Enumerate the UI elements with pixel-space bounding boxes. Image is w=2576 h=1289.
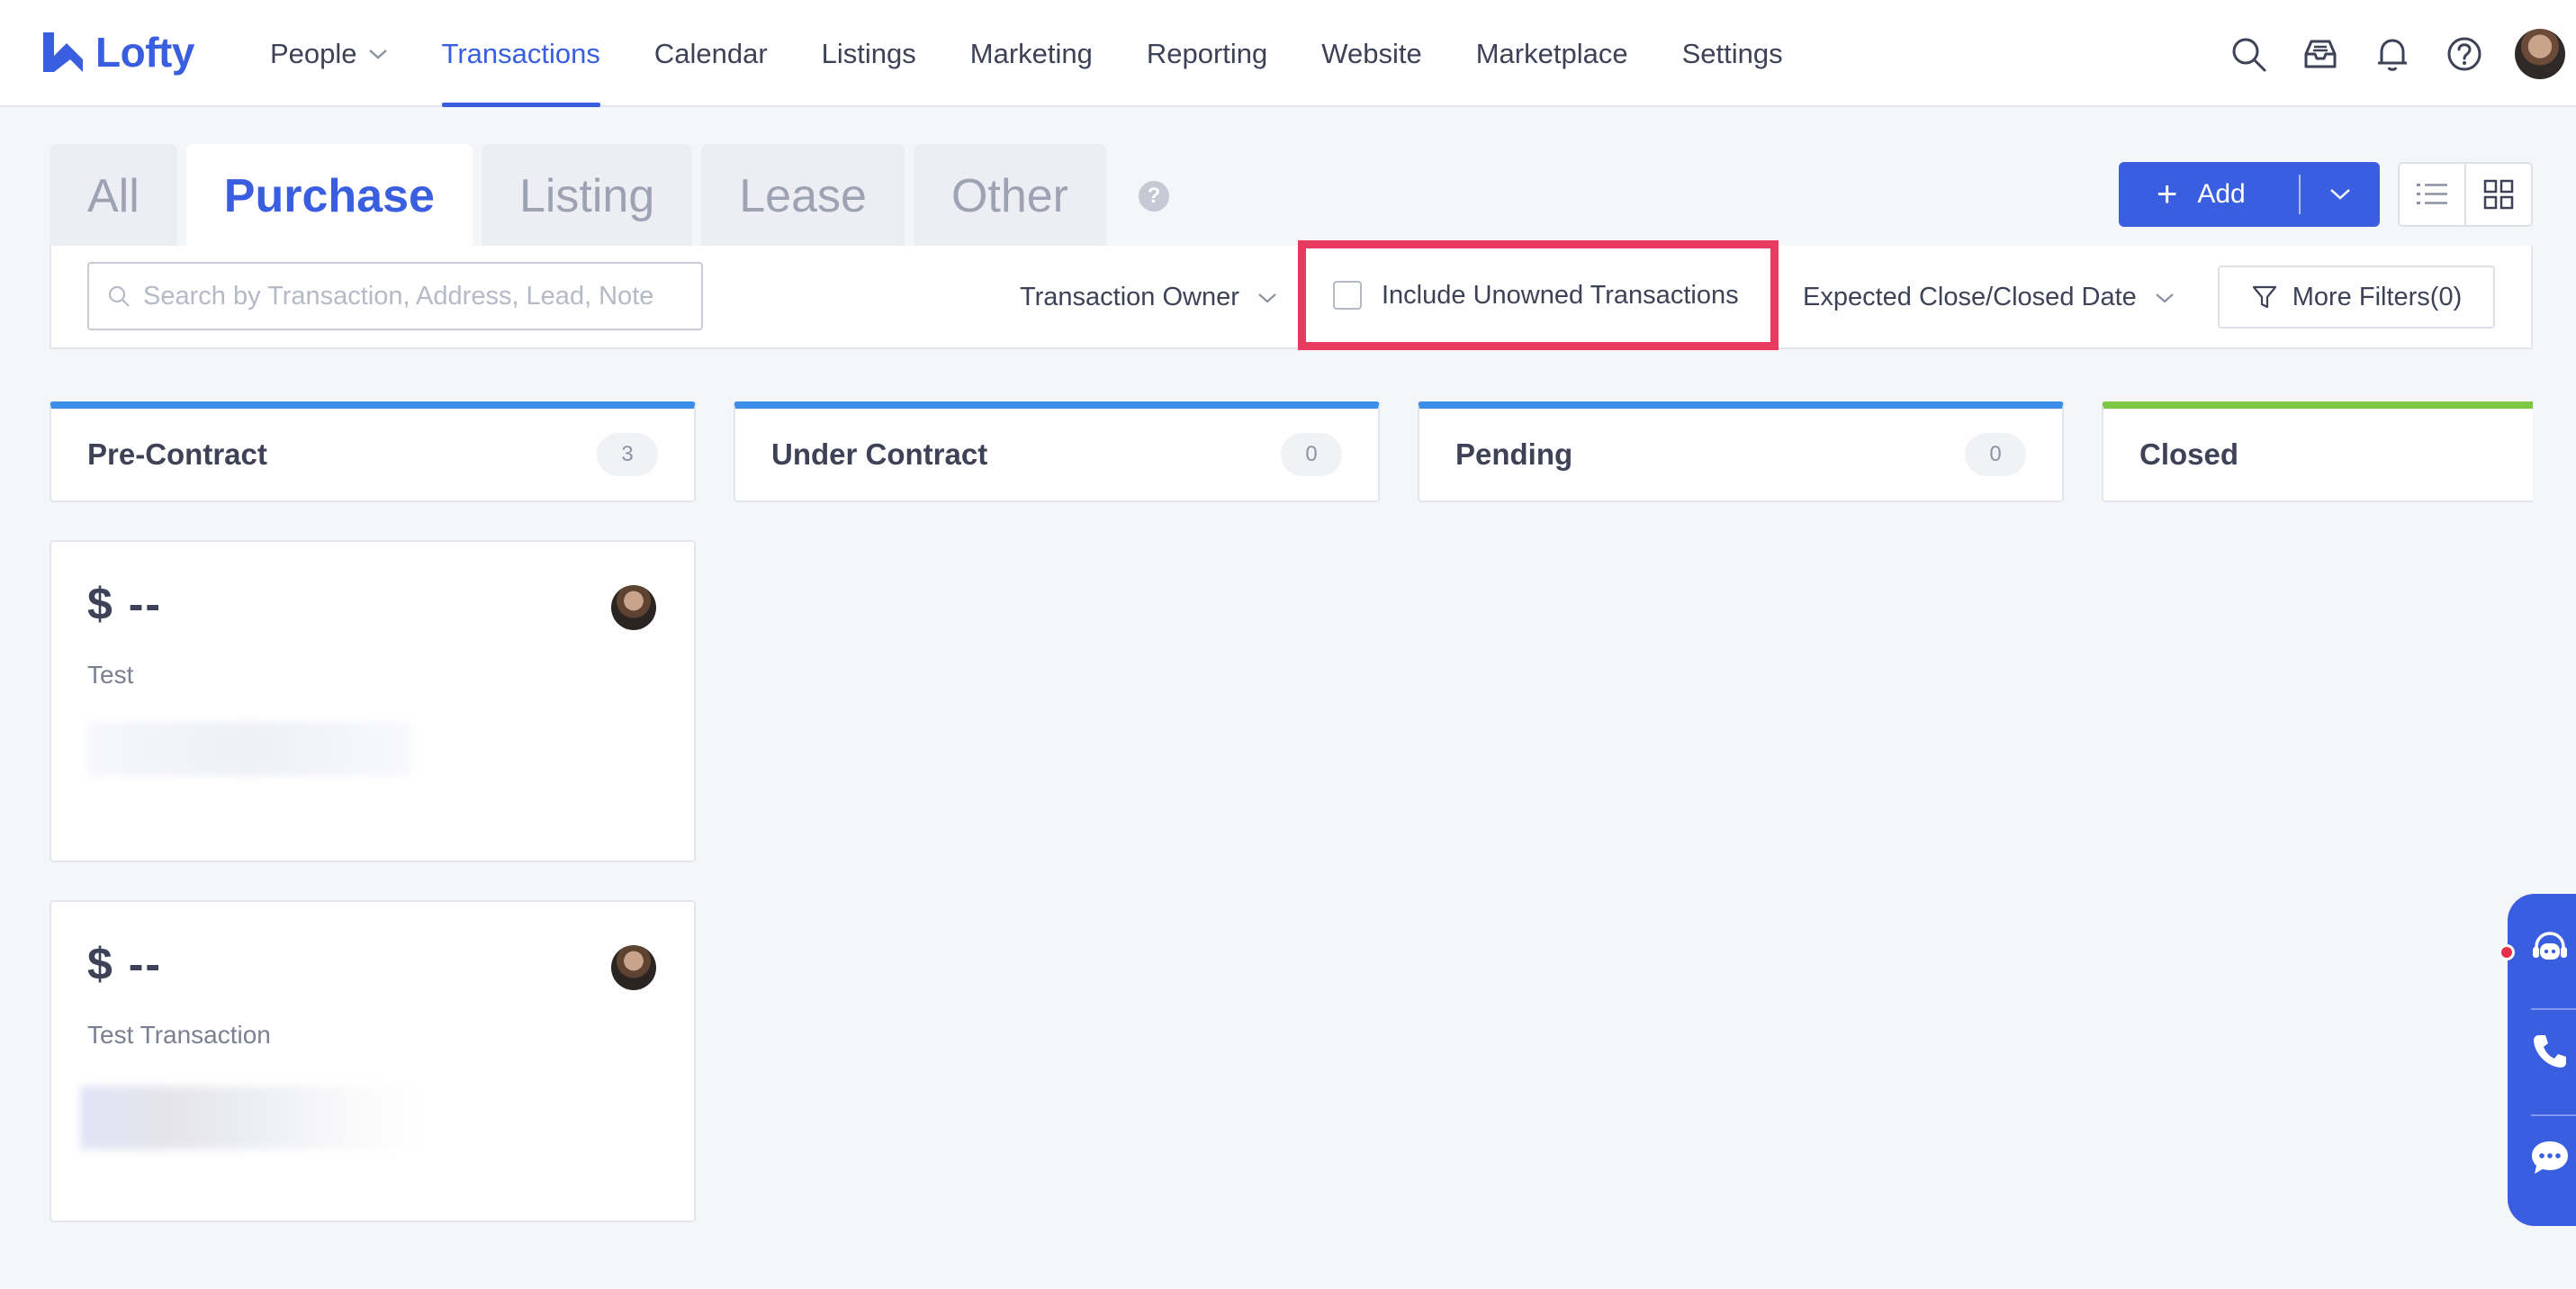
add-button[interactable]: + Add	[2119, 162, 2380, 227]
bell-icon[interactable]	[2371, 32, 2414, 76]
tab-all[interactable]: All	[50, 144, 177, 248]
column-title: Pre-Contract	[87, 437, 267, 471]
grid-view-button[interactable]	[2464, 164, 2531, 225]
add-main-button[interactable]: + Add	[2119, 162, 2299, 227]
redacted-placeholder	[80, 1086, 422, 1149]
include-unowned-label[interactable]: Include Unowned Transactions	[1382, 281, 1739, 311]
nav-website[interactable]: Website	[1321, 0, 1421, 107]
transaction-owner-label: Transaction Owner	[1020, 283, 1239, 311]
search-icon	[108, 285, 130, 307]
filter-bar: Transaction Owner Include Unowned Transa…	[50, 240, 2533, 350]
transaction-type-tabs: All Purchase Listing Lease Other ?	[50, 144, 1169, 248]
plus-icon: +	[2157, 175, 2178, 214]
search-icon[interactable]	[2227, 32, 2270, 76]
chevron-down-icon	[1258, 293, 1276, 302]
column-closed: Closed	[2102, 401, 2533, 502]
search-input[interactable]	[143, 281, 683, 311]
filter-icon	[2252, 285, 2276, 309]
add-button-label: Add	[2197, 179, 2246, 209]
chevron-down-icon	[368, 49, 387, 59]
chat-icon[interactable]	[2527, 1135, 2572, 1180]
top-navigation: Lofty People Transactions Calendar Listi…	[0, 0, 2576, 107]
nav-people-label: People	[270, 37, 357, 69]
user-avatar[interactable]	[2515, 28, 2565, 79]
tab-purchase[interactable]: Purchase	[185, 144, 473, 248]
support-agent-icon[interactable]	[2527, 927, 2572, 972]
inbox-icon[interactable]	[2299, 32, 2342, 76]
tab-other[interactable]: Other	[913, 144, 1106, 248]
transaction-owner-filter[interactable]: Transaction Owner	[1020, 246, 1277, 349]
chevron-down-icon	[2330, 189, 2350, 200]
more-filters-button[interactable]: More Filters(0)	[2218, 266, 2495, 329]
nav-marketing[interactable]: Marketing	[970, 0, 1093, 107]
column-title: Closed	[2139, 437, 2239, 471]
column-pending: Pending 0	[1418, 401, 2064, 502]
grid-icon	[2483, 179, 2514, 210]
main-nav: People Transactions Calendar Listings Ma…	[270, 0, 1837, 107]
transaction-card[interactable]: $ -- Test	[50, 540, 696, 862]
column-count-badge: 0	[1965, 433, 2026, 476]
phone-icon[interactable]	[2527, 1029, 2572, 1074]
chevron-down-icon	[2156, 293, 2174, 302]
column-count-badge: 0	[1281, 433, 1342, 476]
include-unowned-checkbox[interactable]	[1333, 281, 1362, 310]
nav-calendar[interactable]: Calendar	[654, 0, 768, 107]
notification-dot	[2499, 944, 2515, 960]
lofty-logo-icon	[43, 32, 83, 72]
nav-settings[interactable]: Settings	[1682, 0, 1783, 107]
nav-transactions[interactable]: Transactions	[441, 0, 601, 107]
support-widget	[2508, 894, 2576, 1226]
card-owner-avatar	[611, 585, 656, 630]
widget-divider	[2531, 1114, 2576, 1116]
close-date-filter[interactable]: Expected Close/Closed Date	[1803, 246, 2175, 349]
more-filters-label: More Filters(0)	[2292, 282, 2463, 311]
card-title: Test	[87, 661, 134, 689]
nav-people[interactable]: People	[270, 0, 388, 107]
tab-listing[interactable]: Listing	[481, 144, 693, 248]
top-icon-group	[2227, 0, 2576, 107]
card-owner-avatar	[611, 945, 656, 990]
add-dropdown-toggle[interactable]	[2301, 162, 2380, 227]
help-icon[interactable]	[2443, 32, 2486, 76]
view-mode-toggle	[2398, 162, 2533, 227]
nav-listings[interactable]: Listings	[822, 0, 916, 107]
column-title: Under Contract	[771, 437, 988, 471]
brand-name: Lofty	[95, 29, 194, 76]
lofty-logo[interactable]: Lofty	[40, 27, 194, 77]
nav-reporting[interactable]: Reporting	[1147, 0, 1267, 107]
column-title: Pending	[1455, 437, 1573, 471]
tab-lease[interactable]: Lease	[701, 144, 905, 248]
column-count-badge: 3	[597, 433, 658, 476]
widget-divider	[2531, 1008, 2576, 1010]
include-unowned-highlight[interactable]: Include Unowned Transactions	[1298, 240, 1779, 350]
tabs-help-icon[interactable]: ?	[1139, 180, 1169, 212]
column-pre-contract: Pre-Contract 3	[50, 401, 696, 502]
close-date-label: Expected Close/Closed Date	[1803, 283, 2137, 311]
list-view-button[interactable]	[2400, 164, 2464, 225]
nav-marketplace[interactable]: Marketplace	[1476, 0, 1628, 107]
transaction-card[interactable]: $ -- Test Transaction	[50, 900, 696, 1222]
redacted-placeholder	[87, 722, 411, 776]
list-icon	[2417, 184, 2447, 204]
search-box	[87, 262, 703, 330]
card-price: $ --	[87, 579, 162, 629]
card-price: $ --	[87, 939, 162, 989]
card-title: Test Transaction	[87, 1021, 271, 1049]
column-under-contract: Under Contract 0	[734, 401, 1380, 502]
